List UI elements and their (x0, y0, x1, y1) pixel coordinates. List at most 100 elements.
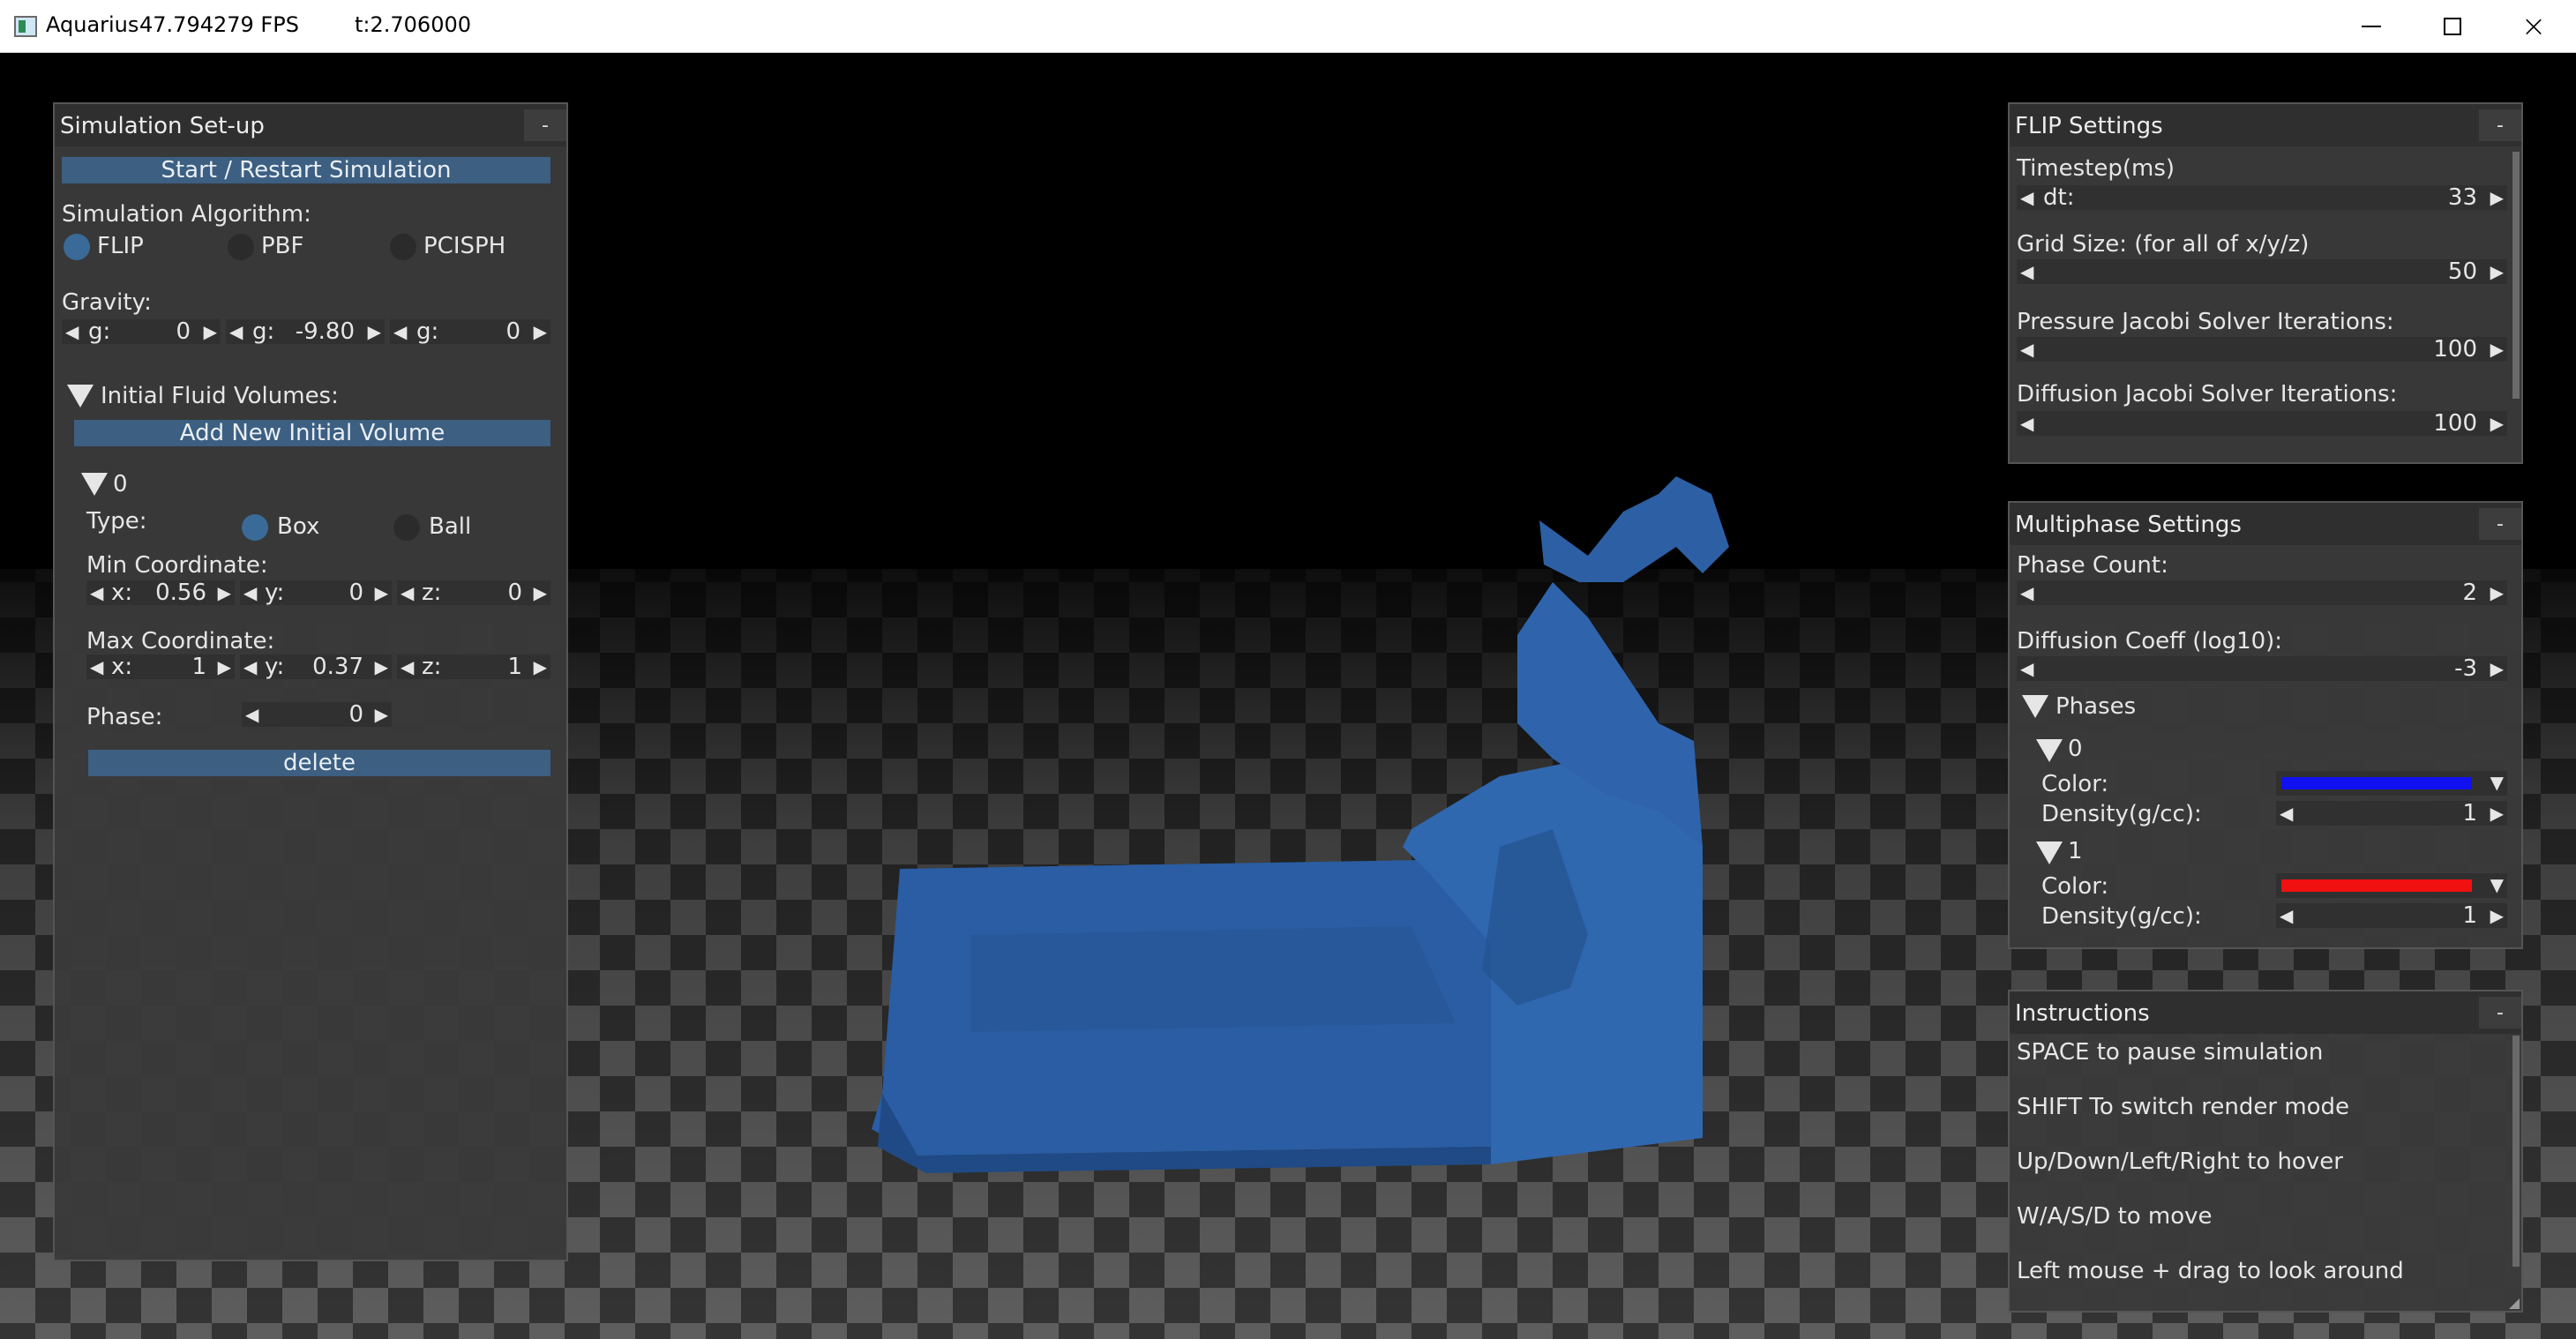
decrement-icon[interactable]: ◀ (2280, 906, 2293, 925)
gravity-label: Gravity: (62, 289, 152, 316)
phases-header[interactable]: Phases (2056, 693, 2136, 720)
increment-icon[interactable]: ▶ (2490, 583, 2504, 602)
panel-header[interactable]: Multiphase Settings - (2010, 503, 2521, 545)
scrollbar[interactable] (2512, 1036, 2520, 1267)
decrement-icon[interactable]: ◀ (243, 583, 257, 602)
tree-expanded-icon[interactable] (2022, 695, 2048, 718)
add-volume-button[interactable]: Add New Initial Volume (74, 420, 550, 446)
phase-1-index[interactable]: 1 (2068, 838, 2083, 864)
phase-0-index[interactable]: 0 (2068, 736, 2083, 762)
decrement-icon[interactable]: ◀ (2020, 340, 2033, 359)
panel-header[interactable]: FLIP Settings - (2010, 104, 2521, 146)
min-z-name: z: (422, 580, 442, 606)
increment-icon[interactable]: ▶ (375, 583, 388, 602)
diffusion-coeff-stepper[interactable]: ◀ -3 ▶ (2017, 656, 2507, 681)
panel-header[interactable]: Simulation Set-up - (55, 104, 566, 146)
increment-icon[interactable]: ▶ (2490, 340, 2504, 359)
phase-count-stepper[interactable]: ◀ 2 ▶ (2017, 580, 2507, 605)
max-z-stepper[interactable]: ◀ z: 1 ▶ (397, 655, 550, 679)
radio-ball[interactable] (393, 514, 420, 541)
max-x-value: 1 (191, 654, 206, 680)
dt-stepper[interactable]: ◀ dt: 33 ▶ (2017, 185, 2507, 210)
increment-icon[interactable]: ▶ (534, 322, 547, 341)
gravity-x-stepper[interactable]: ◀ g: 0 ▶ (62, 319, 221, 344)
delete-volume-button[interactable]: delete (88, 750, 550, 776)
increment-icon[interactable]: ▶ (2490, 906, 2504, 925)
increment-icon[interactable]: ▶ (2490, 414, 2504, 433)
phase-1-density-stepper[interactable]: ◀ 1 ▶ (2276, 903, 2507, 928)
flip-settings-panel: FLIP Settings - Timestep(ms) ◀ dt: 33 ▶ … (2008, 102, 2523, 464)
increment-icon[interactable]: ▶ (534, 583, 547, 602)
min-z-value: 0 (507, 580, 522, 606)
decrement-icon[interactable]: ◀ (2280, 804, 2293, 823)
radio-pbf[interactable] (228, 234, 254, 260)
time-readout: t:2.706000 (355, 12, 472, 37)
decrement-icon[interactable]: ◀ (90, 657, 103, 677)
pressure-iterations-value: 100 (2433, 336, 2477, 363)
collapse-button[interactable]: - (2479, 997, 2521, 1029)
tree-expanded-icon[interactable] (67, 385, 94, 408)
decrement-icon[interactable]: ◀ (229, 322, 243, 341)
decrement-icon[interactable]: ◀ (2020, 414, 2033, 433)
decrement-icon[interactable]: ◀ (401, 657, 414, 677)
gravity-y-stepper[interactable]: ◀ g: -9.80 ▶ (226, 319, 385, 344)
diffusion-iterations-stepper[interactable]: ◀ 100 ▶ (2017, 411, 2507, 436)
panel-header[interactable]: Instructions - (2010, 991, 2521, 1034)
tree-expanded-icon[interactable] (2036, 842, 2063, 864)
decrement-icon[interactable]: ◀ (65, 322, 79, 341)
phase-0-density-value: 1 (2462, 800, 2477, 827)
decrement-icon[interactable]: ◀ (2020, 583, 2033, 602)
increment-icon[interactable]: ▶ (2490, 188, 2504, 207)
radio-box[interactable] (242, 514, 268, 541)
min-y-stepper[interactable]: ◀ y: 0 ▶ (240, 580, 392, 605)
tree-expanded-icon[interactable] (2036, 739, 2063, 762)
grid-size-value: 50 (2447, 258, 2477, 285)
scrollbar[interactable] (2512, 152, 2520, 399)
max-y-stepper[interactable]: ◀ y: 0.37 ▶ (240, 655, 392, 679)
phase-stepper[interactable]: ◀ 0 ▶ (242, 702, 392, 727)
phase-0-density-stepper[interactable]: ◀ 1 ▶ (2276, 801, 2507, 826)
decrement-icon[interactable]: ◀ (2020, 262, 2033, 281)
tree-expanded-icon[interactable] (81, 473, 108, 496)
min-z-stepper[interactable]: ◀ z: 0 ▶ (397, 580, 550, 605)
decrement-icon[interactable]: ◀ (245, 705, 258, 724)
increment-icon[interactable]: ▶ (218, 657, 231, 677)
increment-icon[interactable]: ▶ (204, 322, 217, 341)
increment-icon[interactable]: ▶ (375, 657, 388, 677)
panel-title: Simulation Set-up (60, 113, 265, 139)
decrement-icon[interactable]: ◀ (90, 583, 103, 602)
pressure-iterations-stepper[interactable]: ◀ 100 ▶ (2017, 337, 2507, 362)
start-restart-button[interactable]: Start / Restart Simulation (62, 157, 550, 183)
grid-size-stepper[interactable]: ◀ 50 ▶ (2017, 259, 2507, 284)
volumes-header[interactable]: Initial Fluid Volumes: (101, 383, 339, 409)
collapse-button[interactable]: - (2479, 109, 2521, 141)
minimize-button[interactable] (2331, 0, 2412, 53)
decrement-icon[interactable]: ◀ (393, 322, 407, 341)
collapse-button[interactable]: - (524, 109, 566, 141)
radio-flip[interactable] (64, 234, 90, 260)
min-x-stepper[interactable]: ◀ x: 0.56 ▶ (86, 580, 235, 605)
increment-icon[interactable]: ▶ (368, 322, 381, 341)
decrement-icon[interactable]: ◀ (401, 583, 414, 602)
max-x-stepper[interactable]: ◀ x: 1 ▶ (86, 655, 235, 679)
maximize-button[interactable] (2412, 0, 2493, 53)
decrement-icon[interactable]: ◀ (2020, 659, 2033, 678)
increment-icon[interactable]: ▶ (218, 583, 231, 602)
decrement-icon[interactable]: ◀ (2020, 188, 2033, 207)
radio-pcisph[interactable] (390, 234, 416, 260)
increment-icon[interactable]: ▶ (375, 705, 388, 724)
diffusion-iterations-value: 100 (2433, 410, 2477, 437)
close-button[interactable]: × (2493, 0, 2574, 53)
volume-index[interactable]: 0 (113, 471, 128, 497)
resize-grip-icon[interactable] (2509, 1298, 2520, 1309)
phase-0-color-picker[interactable]: ▼ (2276, 771, 2507, 796)
increment-icon[interactable]: ▶ (2490, 659, 2504, 678)
decrement-icon[interactable]: ◀ (243, 657, 257, 677)
phase-1-color-picker[interactable]: ▼ (2276, 873, 2507, 898)
increment-icon[interactable]: ▶ (2490, 804, 2504, 823)
gravity-z-stepper[interactable]: ◀ g: 0 ▶ (390, 319, 550, 344)
increment-icon[interactable]: ▶ (534, 657, 547, 677)
increment-icon[interactable]: ▶ (2490, 262, 2504, 281)
collapse-button[interactable]: - (2479, 508, 2521, 540)
close-icon: × (2520, 9, 2547, 44)
